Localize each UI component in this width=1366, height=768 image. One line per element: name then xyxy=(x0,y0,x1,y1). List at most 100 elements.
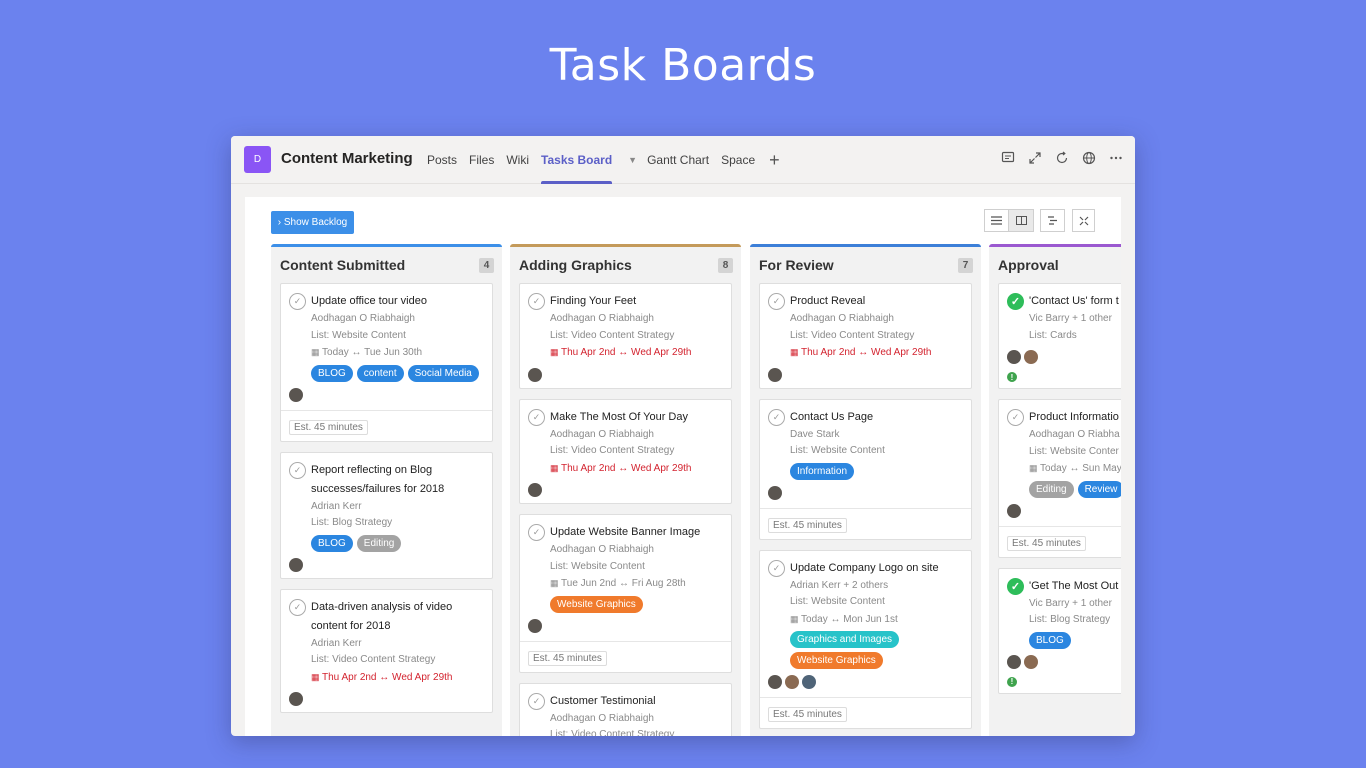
avatar[interactable] xyxy=(1007,654,1021,669)
card-title[interactable]: 'Contact Us' form t xyxy=(1029,292,1119,311)
globe-icon[interactable] xyxy=(1081,150,1096,165)
complete-checkbox-icon[interactable]: ✓ xyxy=(528,293,545,310)
tab-posts[interactable]: Posts xyxy=(427,136,457,184)
complete-checkbox-icon[interactable]: ✓ xyxy=(289,598,306,616)
time-estimate[interactable]: Est. 45 minutes xyxy=(1007,535,1086,551)
tag-badge[interactable]: Review xyxy=(1077,480,1121,498)
task-card[interactable]: ✓ Contact Us Page Dave Stark List: Website … xyxy=(759,398,972,540)
card-footer: Est. 45 minutes xyxy=(281,409,492,441)
card-title[interactable]: Make The Most Of Your Day xyxy=(550,408,688,427)
avatar[interactable] xyxy=(528,618,542,633)
card-title[interactable]: 'Get The Most Out Medium post xyxy=(1029,577,1121,596)
fullscreen-icon[interactable] xyxy=(1072,209,1095,232)
team-avatar[interactable]: D xyxy=(244,146,271,173)
complete-checkbox-icon[interactable]: ✓ xyxy=(1007,293,1024,310)
avatar[interactable] xyxy=(289,557,303,572)
card-date-range: Today ↔ Tue Jun 30th xyxy=(322,347,423,358)
card-title[interactable]: Product Informatio xyxy=(1029,408,1119,427)
tag-badge[interactable]: BLOG xyxy=(311,364,353,382)
card-title[interactable]: Customer Testimonial xyxy=(550,692,656,711)
task-card[interactable]: ✓ Update Website Banner Image Aodhagan O R… xyxy=(519,514,732,673)
avatar[interactable] xyxy=(768,367,782,382)
complete-checkbox-icon[interactable]: ✓ xyxy=(768,408,785,426)
complete-checkbox-icon[interactable]: ✓ xyxy=(768,559,785,577)
complete-checkbox-icon[interactable]: ✓ xyxy=(528,524,545,541)
more-icon[interactable] xyxy=(1108,150,1123,165)
time-estimate[interactable]: Est. 45 minutes xyxy=(768,707,847,722)
card-title[interactable]: Update Company Logo on site xyxy=(790,559,939,578)
tab-wiki[interactable]: Wiki xyxy=(506,136,529,184)
task-card[interactable]: ✓ 'Get The Most Out Medium postVic Barry … xyxy=(998,567,1121,694)
chat-icon[interactable] xyxy=(1000,150,1015,165)
task-card[interactable]: ✓ Finding Your Feet Aodhagan O Riabhaigh Li… xyxy=(519,283,732,389)
tab-tasks-board[interactable]: Tasks Board xyxy=(541,136,613,184)
tab-files[interactable]: Files xyxy=(469,136,494,184)
avatar[interactable] xyxy=(768,485,782,500)
avatar[interactable] xyxy=(1024,654,1038,669)
avatar[interactable] xyxy=(289,692,303,706)
list-view-icon[interactable] xyxy=(984,209,1009,232)
task-card[interactable]: ✓ Product Informatio Aodhagan O Riabha List… xyxy=(998,399,1121,558)
card-title-row: ✓ Data-driven analysis of video content f… xyxy=(289,598,484,636)
avatar[interactable] xyxy=(768,675,782,689)
avatar[interactable] xyxy=(1007,503,1021,518)
avatar[interactable] xyxy=(1007,350,1021,364)
tab-gantt-chart[interactable]: Gantt Chart xyxy=(647,136,709,184)
avatar[interactable] xyxy=(802,675,816,689)
card-title[interactable]: Update office tour video xyxy=(311,292,427,311)
card-list: ✓ Product Reveal Aodhagan O Riabhaigh List:… xyxy=(759,283,972,736)
tag-badge[interactable]: Website Graphics xyxy=(550,595,643,613)
avatar[interactable] xyxy=(528,367,542,382)
refresh-icon[interactable] xyxy=(1054,150,1069,165)
card-footer: Est. 45 minutes xyxy=(760,697,971,728)
card-assignees xyxy=(289,557,484,572)
tag-badge[interactable]: Editing xyxy=(1029,480,1074,498)
task-card[interactable]: ✓ Report reflecting on Blog successes/fai… xyxy=(280,451,493,579)
complete-checkbox-icon[interactable]: ✓ xyxy=(1007,409,1024,426)
complete-checkbox-icon[interactable]: ✓ xyxy=(528,692,545,710)
column-title: For Review xyxy=(759,257,834,273)
task-card[interactable]: ✓ Update office tour video Aodhagan O Riab… xyxy=(280,283,493,442)
card-title[interactable]: Update Website Banner Image xyxy=(550,523,700,542)
tag-badge[interactable]: BLOG xyxy=(1029,631,1071,649)
time-estimate[interactable]: Est. 45 minutes xyxy=(768,517,847,533)
tag-badge[interactable]: Social Media xyxy=(407,364,479,382)
avatar[interactable] xyxy=(289,387,303,402)
chevron-down-icon[interactable]: ▼ xyxy=(628,155,637,165)
expand-icon[interactable] xyxy=(1027,150,1042,165)
card-title[interactable]: Report reflecting on Blog successes/fail… xyxy=(311,461,484,499)
task-card[interactable]: ✓ Product Reveal Aodhagan O Riabhaigh List:… xyxy=(759,283,972,389)
time-estimate[interactable]: Est. 45 minutes xyxy=(289,419,368,435)
card-title[interactable]: Product Reveal xyxy=(790,292,865,311)
card-list-name: List: Video Content Strategy xyxy=(550,729,675,736)
gantt-view-icon[interactable] xyxy=(1040,209,1065,232)
priority-icon: ! xyxy=(1007,676,1017,687)
complete-checkbox-icon[interactable]: ✓ xyxy=(1007,577,1024,595)
complete-checkbox-icon[interactable]: ✓ xyxy=(528,408,545,426)
tag-badge[interactable]: Editing xyxy=(356,534,402,552)
complete-checkbox-icon[interactable]: ✓ xyxy=(768,293,785,310)
task-card[interactable]: ✓ 'Contact Us' form t Vic Barry + 1 other L… xyxy=(998,283,1121,389)
task-card[interactable]: ✓ Customer Testimonial Aodhagan O Riabhaig… xyxy=(519,682,732,736)
show-backlog-button[interactable]: › Show Backlog xyxy=(271,211,354,234)
avatar[interactable] xyxy=(785,675,799,689)
tag-badge[interactable]: Information xyxy=(790,462,855,480)
task-card[interactable]: ✓ Make The Most Of Your Day Aodhagan O Ria… xyxy=(519,398,732,504)
card-title[interactable]: Data-driven analysis of video content fo… xyxy=(311,598,484,636)
complete-checkbox-icon[interactable]: ✓ xyxy=(289,461,306,479)
card-title[interactable]: Finding Your Feet xyxy=(550,292,636,311)
tag-badge[interactable]: Website Graphics xyxy=(790,652,883,669)
tag-badge[interactable]: content xyxy=(356,364,404,382)
time-estimate[interactable]: Est. 45 minutes xyxy=(528,650,607,666)
avatar[interactable] xyxy=(1024,350,1038,364)
tag-badge[interactable]: Graphics and Images xyxy=(790,631,900,648)
add-tab-icon[interactable]: + xyxy=(769,150,780,171)
board-view-icon[interactable] xyxy=(1009,209,1034,232)
task-card[interactable]: ✓ Data-driven analysis of video content f… xyxy=(280,588,493,713)
card-title[interactable]: Contact Us Page xyxy=(790,408,873,427)
tag-badge[interactable]: BLOG xyxy=(311,534,353,552)
complete-checkbox-icon[interactable]: ✓ xyxy=(289,293,306,310)
avatar[interactable] xyxy=(528,483,542,497)
tab-space[interactable]: Space xyxy=(721,136,755,184)
task-card[interactable]: ✓ Update Company Logo on site Adrian Kerr … xyxy=(759,549,972,729)
